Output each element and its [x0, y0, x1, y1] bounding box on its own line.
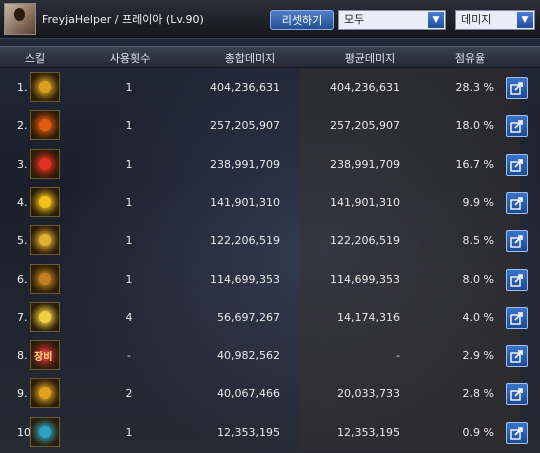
chevron-down-icon[interactable]: ▼ [428, 12, 444, 28]
row-average-damage: - [396, 349, 400, 363]
table-row: 7. 4 56,697,267 14,174,316 4.0 % [0, 298, 540, 336]
row-total-damage: 12,353,195 [217, 425, 280, 439]
row-average-damage: 12,353,195 [337, 425, 400, 439]
row-uses: 1 [125, 195, 133, 209]
export-icon[interactable] [506, 230, 528, 253]
reset-button[interactable]: 리셋하기 [270, 10, 334, 30]
column-header-uses: 사용횟수 [109, 52, 151, 65]
skill-5-icon [30, 225, 60, 256]
row-share: 4.0 % [462, 310, 494, 324]
export-icon[interactable] [506, 306, 528, 329]
column-headers: 스킬 사용횟수 총합데미지 평균데미지 점유율 [0, 46, 540, 68]
row-share: 2.8 % [462, 387, 494, 401]
row-average-damage: 14,174,316 [337, 310, 400, 324]
skill-7-icon [30, 301, 60, 332]
export-icon[interactable] [506, 191, 528, 214]
export-icon[interactable] [506, 77, 528, 99]
skill-9-icon [30, 378, 60, 409]
row-rank: 6. [17, 272, 28, 286]
row-total-damage: 257,205,907 [210, 119, 280, 133]
skill-6-icon [30, 263, 60, 294]
row-share: 8.5 % [462, 234, 494, 248]
skill-3-icon [30, 148, 60, 179]
character-avatar [4, 3, 36, 35]
row-uses: 1 [125, 272, 133, 286]
export-icon[interactable] [506, 421, 528, 444]
row-uses: 1 [125, 119, 133, 133]
row-average-damage: 122,206,519 [330, 234, 400, 248]
row-share: 9.9 % [462, 195, 494, 209]
row-rank: 4. [17, 195, 28, 209]
damage-meter-header: FreyjaHelper / 프레이아 (Lv.90) 리셋하기 모두 ▼ 데미… [0, 0, 540, 39]
row-uses: 4 [125, 310, 133, 324]
metric-dropdown-value: 데미지 [461, 13, 492, 26]
row-average-damage: 114,699,353 [330, 272, 400, 286]
character-name-label: FreyjaHelper / 프레이아 (Lv.90) [42, 13, 204, 26]
skill-4-icon [30, 186, 60, 217]
table-row: 4. 1 141,901,310 141,901,310 9.9 % [0, 183, 540, 221]
column-header-skill: 스킬 [24, 52, 46, 65]
row-rank: 9. [17, 387, 28, 401]
row-total-damage: 56,697,267 [217, 310, 280, 324]
row-rank: 2. [17, 119, 28, 133]
skill-1-icon [30, 72, 60, 102]
row-uses: - [127, 349, 131, 363]
column-header-share: 점유율 [454, 52, 486, 65]
row-rank: 5. [17, 234, 28, 248]
table-row: 3. 1 238,991,709 238,991,709 16.7 % [0, 145, 540, 183]
skill-2-icon [30, 110, 60, 141]
metric-dropdown[interactable]: 데미지 ▼ [455, 10, 535, 30]
table-row: 10. 1 12,353,195 12,353,195 0.9 % [0, 413, 540, 451]
row-rank: 7. [17, 310, 28, 324]
row-share: 28.3 % [455, 81, 494, 94]
row-total-damage: 122,206,519 [210, 234, 280, 248]
export-icon[interactable] [506, 115, 528, 138]
row-uses: 1 [125, 234, 133, 248]
chevron-down-icon[interactable]: ▼ [517, 12, 533, 28]
row-total-damage: 404,236,631 [210, 81, 280, 94]
row-share: 8.0 % [462, 272, 494, 286]
table-row: 2. 1 257,205,907 257,205,907 18.0 % [0, 106, 540, 144]
row-rank: 8. [17, 349, 28, 363]
row-total-damage: 114,699,353 [210, 272, 280, 286]
row-uses: 1 [125, 81, 133, 94]
export-icon[interactable] [506, 345, 528, 368]
table-row: 6. 1 114,699,353 114,699,353 8.0 % [0, 260, 540, 298]
table-row: 9. 2 40,067,466 20,033,733 2.8 % [0, 374, 540, 412]
table-row: 5. 1 122,206,519 122,206,519 8.5 % [0, 221, 540, 259]
row-total-damage: 40,067,466 [217, 387, 280, 401]
row-rank: 3. [17, 157, 28, 171]
row-average-damage: 20,033,733 [337, 387, 400, 401]
row-total-damage: 141,901,310 [210, 195, 280, 209]
row-average-damage: 238,991,709 [330, 157, 400, 171]
filter-dropdown-value: 모두 [344, 13, 365, 26]
row-uses: 1 [125, 425, 133, 439]
row-share: 0.9 % [462, 425, 494, 439]
table-row: 1. 1 404,236,631 404,236,631 28.3 % [0, 68, 540, 106]
column-header-total-damage: 총합데미지 [224, 52, 276, 65]
row-share: 2.9 % [462, 349, 494, 363]
skill-icon-label: 장비 [34, 352, 53, 364]
table-row: 8. - 40,982,562 - 2.9 % 장비 [0, 336, 540, 374]
row-total-damage: 40,982,562 [217, 349, 280, 363]
row-rank: 1. [17, 81, 28, 94]
export-icon[interactable] [506, 153, 528, 176]
row-uses: 2 [125, 387, 133, 401]
filter-dropdown[interactable]: 모두 ▼ [338, 10, 446, 30]
row-total-damage: 238,991,709 [210, 157, 280, 171]
row-share: 16.7 % [455, 157, 494, 171]
row-average-damage: 404,236,631 [330, 81, 400, 94]
row-average-damage: 257,205,907 [330, 119, 400, 133]
skill-10-icon [30, 416, 60, 447]
export-icon[interactable] [506, 268, 528, 291]
row-share: 18.0 % [455, 119, 494, 133]
column-header-average-damage: 평균데미지 [344, 52, 396, 65]
export-icon[interactable] [506, 383, 528, 406]
row-average-damage: 141,901,310 [330, 195, 400, 209]
row-uses: 1 [125, 157, 133, 171]
